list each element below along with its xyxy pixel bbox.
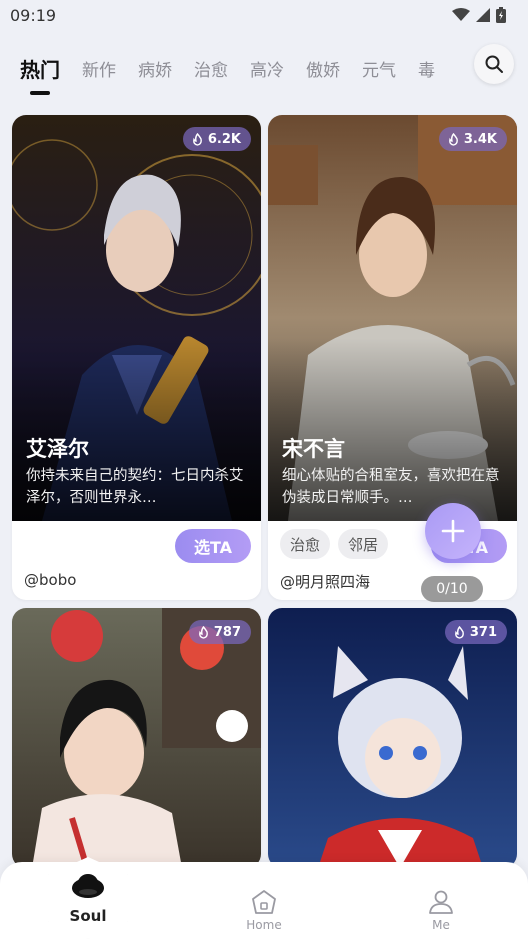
tag-healing[interactable]: 治愈 xyxy=(280,529,331,559)
status-bar: 09:19 xyxy=(0,0,528,30)
character-name: 艾泽尔 xyxy=(26,437,89,461)
flame-icon xyxy=(198,625,208,639)
flame-icon xyxy=(454,625,464,639)
flame-icon xyxy=(449,132,458,146)
popularity-count: 6.2K xyxy=(207,131,241,147)
tab-tsundere[interactable]: 傲娇 xyxy=(306,56,340,81)
tab-energetic[interactable]: 元气 xyxy=(362,56,396,81)
popularity-count: 371 xyxy=(469,624,497,640)
page-counter: 0/10 xyxy=(421,576,483,602)
plus-icon xyxy=(441,519,465,543)
signal-icon xyxy=(476,8,490,22)
character-card[interactable]: 371 xyxy=(268,608,517,868)
tab-hot[interactable]: 热门 xyxy=(20,54,60,95)
tab-yandere[interactable]: 病娇 xyxy=(138,56,172,81)
popularity-count: 3.4K xyxy=(463,131,497,147)
nav-me[interactable]: Me xyxy=(411,888,471,932)
popularity-badge: 3.4K xyxy=(438,127,507,151)
tab-cool[interactable]: 高冷 xyxy=(250,56,284,81)
nav-home-label: Home xyxy=(246,918,282,932)
wifi-icon xyxy=(452,8,470,21)
tab-healing[interactable]: 治愈 xyxy=(194,56,228,81)
character-image xyxy=(12,608,261,868)
popularity-badge: 6.2K xyxy=(182,127,251,151)
home-icon xyxy=(252,890,276,914)
battery-icon xyxy=(496,7,506,23)
character-name: 宋不言 xyxy=(282,437,345,461)
soul-icon xyxy=(72,874,104,898)
choose-button[interactable]: 选TA xyxy=(175,529,251,563)
character-description: 你持未来自己的契约：七日内杀艾泽尔，否则世界永… xyxy=(26,468,244,506)
flame-icon xyxy=(193,132,202,146)
author-handle[interactable]: @明月照四海 xyxy=(280,571,370,592)
character-image xyxy=(268,608,517,868)
character-description: 细心体贴的合租室友，喜欢把在意伪装成日常顺手。… xyxy=(282,468,500,506)
status-icons xyxy=(452,7,506,23)
popularity-count: 787 xyxy=(213,624,241,640)
nav-me-label: Me xyxy=(432,918,450,932)
character-card[interactable]: 6.2K 艾泽尔 你持未来自己的契约：七日内杀艾泽尔，否则世界永… 选TA @b… xyxy=(12,115,261,600)
category-tabs: 热门 新作 病娇 治愈 高冷 傲娇 元气 毒 xyxy=(0,40,528,96)
nav-soul[interactable]: Soul xyxy=(48,857,128,939)
tab-toxic[interactable]: 毒 xyxy=(418,56,435,81)
tag-neighbor[interactable]: 邻居 xyxy=(338,529,389,559)
nav-home[interactable]: Home xyxy=(234,888,294,932)
tab-new[interactable]: 新作 xyxy=(82,56,116,81)
popularity-badge: 787 xyxy=(188,620,251,644)
status-time: 09:19 xyxy=(10,5,57,25)
nav-soul-label: Soul xyxy=(69,907,107,925)
popularity-badge: 371 xyxy=(444,620,507,644)
user-icon xyxy=(429,890,453,914)
author-handle[interactable]: @bobo xyxy=(24,571,76,589)
create-button[interactable] xyxy=(425,503,481,559)
search-button[interactable] xyxy=(474,44,514,84)
search-icon xyxy=(485,55,503,73)
character-card[interactable]: 787 xyxy=(12,608,261,868)
